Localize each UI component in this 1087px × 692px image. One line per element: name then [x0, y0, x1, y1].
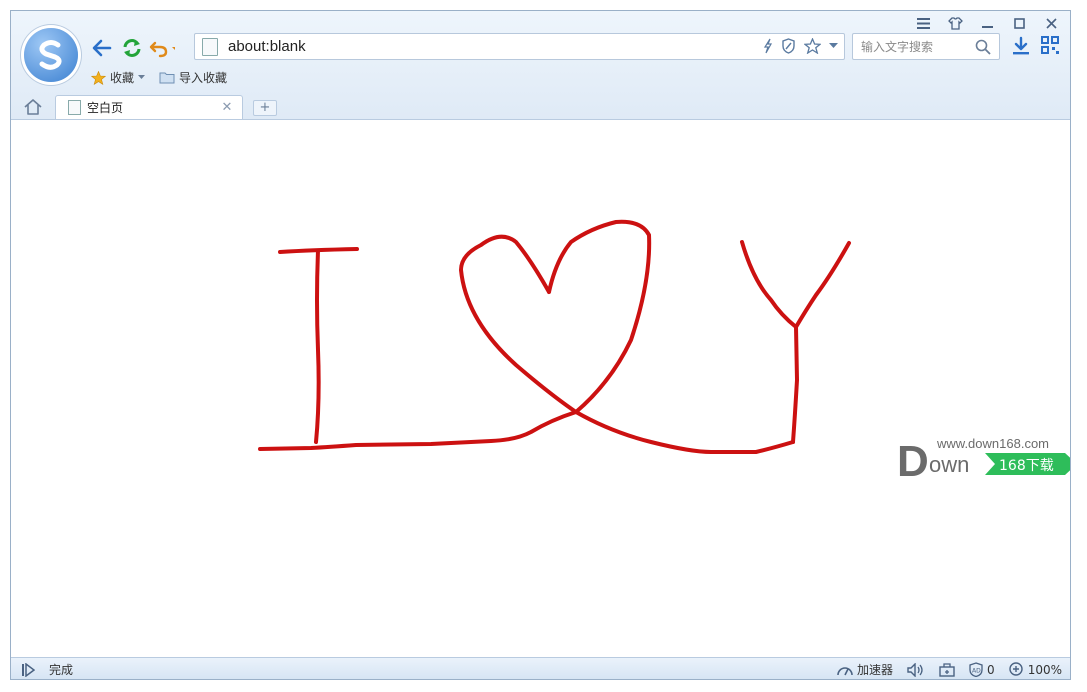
refresh-icon[interactable]	[119, 35, 145, 61]
maximize-icon[interactable]	[1006, 13, 1032, 33]
zoom-icon	[1008, 662, 1023, 676]
ad-shield-icon: AD	[969, 662, 983, 677]
tab-label: 空白页	[87, 101, 124, 115]
lightning-icon[interactable]	[763, 38, 773, 54]
home-icon[interactable]	[23, 98, 43, 116]
close-tab-icon[interactable]: ✕	[220, 100, 234, 115]
back-arrow-icon[interactable]	[89, 35, 115, 61]
adblock-button[interactable]: AD 0	[969, 662, 995, 677]
star-filled-icon	[91, 70, 106, 85]
import-favorites-label: 导入收藏	[179, 71, 228, 85]
undo-close-tab-icon[interactable]	[149, 35, 175, 61]
import-favorites-button[interactable]: 导入收藏	[159, 69, 227, 86]
search-icon[interactable]	[975, 39, 991, 55]
chevron-down-icon	[138, 75, 146, 79]
new-tab-button[interactable]: +	[253, 100, 277, 116]
watermark-d: D	[897, 437, 929, 482]
stroke-letter-y-left	[740, 240, 798, 329]
drawing-canvas	[258, 219, 851, 454]
speedometer-icon	[837, 666, 853, 675]
speaker-icon	[907, 662, 923, 677]
folder-icon	[159, 72, 175, 84]
toolbox-button[interactable]	[939, 662, 955, 677]
sidebar-toggle-icon[interactable]	[21, 662, 35, 677]
apps-grid-icon[interactable]	[1041, 36, 1059, 54]
address-bar[interactable]	[194, 33, 845, 60]
star-icon[interactable]	[804, 38, 821, 54]
page-content: www.down168.com D own 168下载	[11, 120, 1070, 657]
minimize-icon[interactable]	[974, 13, 1000, 33]
browser-chrome: 收藏 导入收藏 空白页 ✕ +	[11, 11, 1070, 120]
tab-bar: 空白页 ✕ +	[11, 93, 1070, 119]
stroke-baseline	[258, 410, 578, 451]
browser-logo-icon[interactable]	[24, 28, 78, 82]
status-left: 完成	[21, 661, 73, 678]
accelerator-label: 加速器	[857, 663, 894, 677]
bookmarks-bar: 收藏 导入收藏	[91, 69, 227, 86]
status-text: 完成	[49, 663, 74, 677]
adblock-count: 0	[987, 662, 995, 677]
watermark-badge: 168下载	[999, 458, 1054, 474]
page-icon	[202, 37, 218, 56]
status-right: 加速器 AD 0 100%	[837, 661, 1062, 678]
favorites-button[interactable]: 收藏	[91, 69, 146, 86]
volume-button[interactable]	[907, 662, 925, 677]
search-input[interactable]	[859, 38, 973, 55]
stroke-heart-tail	[574, 410, 795, 454]
download-icon[interactable]	[1011, 36, 1031, 56]
stroke-letter-y-right	[794, 241, 851, 329]
watermark-site: www.down168.com	[936, 436, 1049, 451]
svg-text:AD: AD	[972, 668, 981, 675]
stroke-heart	[459, 219, 652, 414]
watermark-own: own	[929, 452, 969, 477]
dropdown-arrow-icon[interactable]	[829, 43, 838, 49]
skin-icon[interactable]	[942, 13, 968, 33]
accelerator-button[interactable]: 加速器	[837, 661, 893, 678]
zoom-button[interactable]: 100%	[1008, 662, 1062, 677]
search-box[interactable]	[852, 33, 1000, 60]
page-icon	[68, 100, 81, 115]
navigation-buttons	[89, 35, 175, 61]
window-controls	[910, 13, 1064, 33]
watermark: www.down168.com D own 168下载	[897, 432, 1070, 486]
stroke-letter-y-stem	[791, 325, 799, 444]
menu-icon[interactable]	[910, 13, 936, 33]
favorites-label: 收藏	[110, 71, 135, 85]
tab-blank-page[interactable]: 空白页 ✕	[55, 95, 243, 119]
zoom-level: 100%	[1027, 662, 1062, 677]
status-bar: 完成 加速器 AD 0 100%	[11, 657, 1070, 679]
address-tools	[763, 38, 838, 54]
toolbar-right	[1011, 36, 1059, 56]
shield-icon[interactable]	[781, 38, 796, 54]
browser-window: 收藏 导入收藏 空白页 ✕ +	[10, 10, 1071, 680]
address-input[interactable]	[226, 37, 750, 56]
toolbox-icon	[939, 662, 955, 677]
stroke-letter-i-stem	[314, 249, 321, 444]
close-icon[interactable]	[1038, 13, 1064, 33]
